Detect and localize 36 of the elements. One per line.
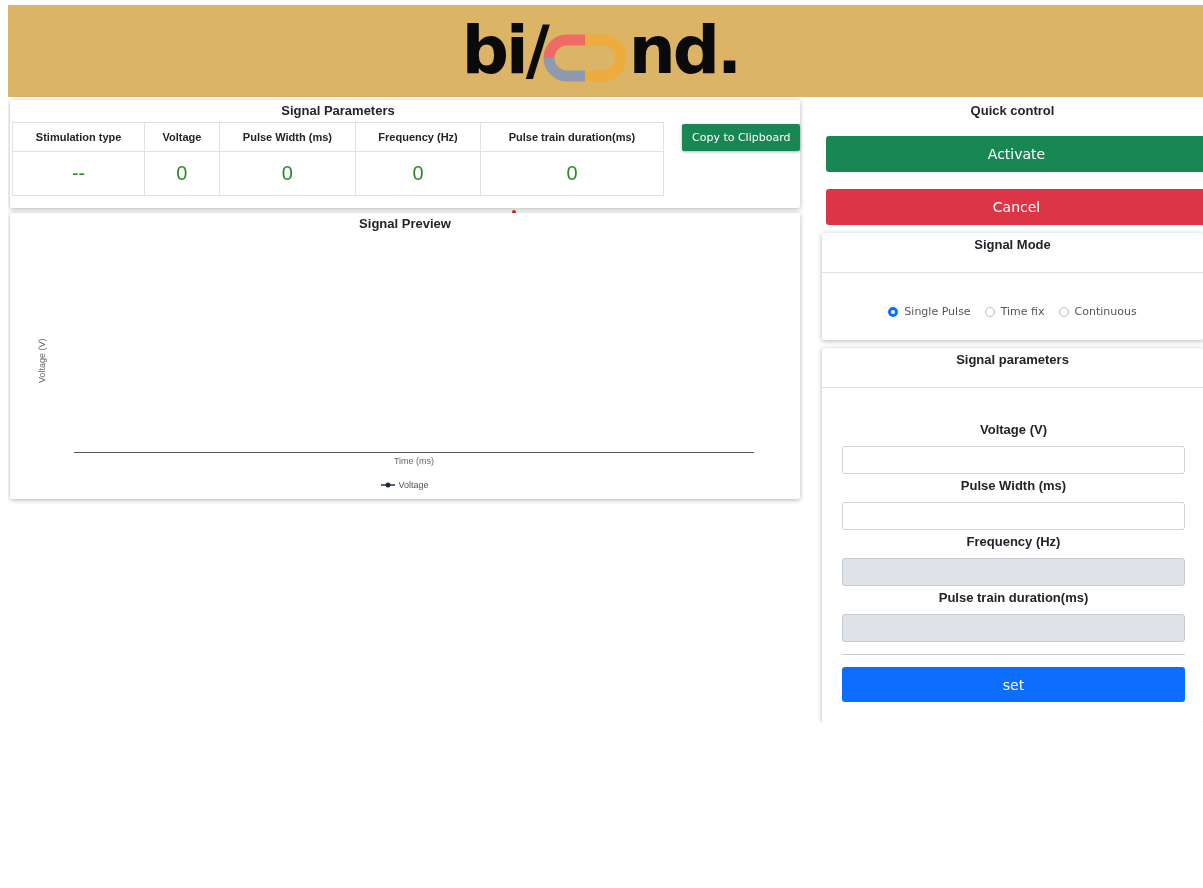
field-label: Pulse train duration(ms)	[937, 590, 1090, 605]
logo-text: bi/	[461, 11, 547, 91]
legend-label: Voltage	[398, 480, 429, 490]
radio-label: Continuous	[1074, 305, 1137, 318]
input-field[interactable]	[842, 502, 1185, 530]
logo-text: nd.	[628, 11, 740, 91]
card-title: Signal Mode	[822, 233, 1203, 273]
dot-icon	[512, 210, 516, 214]
card-title: Signal parameters	[822, 348, 1203, 388]
field-label: Pulse Width (ms)	[959, 478, 1068, 493]
card-title: Quick control	[969, 102, 1056, 120]
column-header: Voltage	[144, 122, 220, 152]
column-header: Frequency (Hz)	[355, 122, 481, 152]
radio-label: Single Pulse	[904, 305, 971, 318]
input-field[interactable]	[842, 446, 1185, 474]
cancel-button[interactable]: Cancel	[826, 189, 1203, 225]
table-cell: 0	[355, 151, 481, 196]
column-header: Pulse train duration(ms)	[480, 122, 664, 152]
radio-button[interactable]	[888, 306, 899, 317]
card-title: Signal Preview	[358, 215, 452, 233]
table-cell: --	[12, 151, 145, 196]
table-cell: 0	[219, 151, 356, 196]
table-cell: 0	[144, 151, 220, 196]
column-header: Pulse Width (ms)	[219, 122, 356, 152]
field-label: Frequency (Hz)	[965, 534, 1062, 549]
card-title: Signal Parameters	[280, 102, 396, 120]
radio-label: Time fix	[1000, 305, 1045, 318]
axis-title: Voltage (V)	[37, 337, 47, 383]
copy-button[interactable]: Copy to Clipboard	[682, 124, 801, 151]
legend-line-icon	[381, 482, 396, 488]
set-button[interactable]: set	[842, 667, 1185, 702]
field-label: Voltage (V)	[979, 422, 1048, 437]
axis-title: Time (ms)	[392, 456, 436, 466]
table-cell: 0	[480, 151, 664, 196]
column-header: Stimulation type	[12, 122, 145, 152]
activate-button[interactable]: Activate	[826, 136, 1203, 172]
